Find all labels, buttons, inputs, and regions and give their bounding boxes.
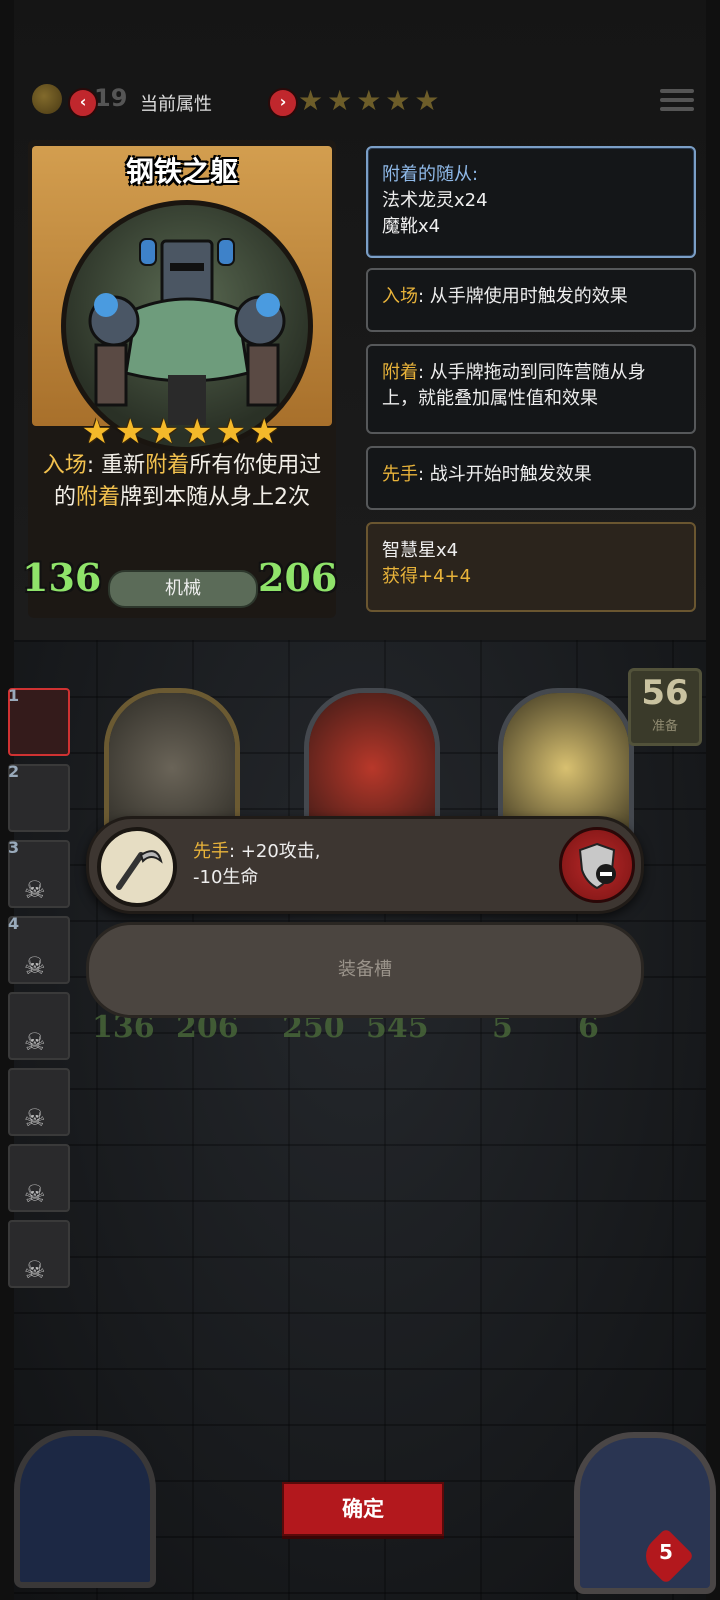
- roster-number: 4: [8, 914, 20, 933]
- keyword-attach: 附着: [145, 453, 190, 478]
- coin-count: 19: [94, 84, 128, 112]
- shield-minus-icon: [578, 842, 616, 890]
- prev-arrow-button[interactable]: ‹: [68, 88, 98, 118]
- equip-keyword: 先手: [193, 841, 229, 862]
- skull-icon: ☠: [24, 1180, 46, 1208]
- keyword-attach: 附着: [76, 485, 121, 510]
- first-strike-desc: : 战斗开始时触发效果: [418, 464, 592, 485]
- equip-line2: -10生命: [193, 867, 259, 888]
- skull-icon: ☠: [24, 952, 46, 980]
- roster-number: 1: [8, 686, 20, 705]
- card-stars: ★★★★★★: [81, 412, 283, 452]
- card-name: 钢铁之躯: [125, 155, 238, 188]
- robot-illustration: [88, 238, 286, 425]
- attach-keyword: 附着: [382, 362, 418, 383]
- life-count: 5: [659, 1540, 673, 1564]
- coin-icon: [32, 84, 62, 114]
- health-stat: 206: [258, 555, 338, 600]
- equip-line1: : +20攻击,: [229, 841, 321, 862]
- card-description: 入场: 重新附着所有你使用过的附着牌到本随从身上2次: [42, 450, 322, 514]
- next-arrow-button[interactable]: ›: [268, 88, 298, 118]
- attack-stat: 136: [22, 555, 102, 600]
- roster-slot[interactable]: ☠: [8, 992, 70, 1060]
- right-wall: [706, 0, 720, 1600]
- roster-slot[interactable]: 3 ☠: [8, 838, 70, 908]
- desc-segment: 牌到本随从身上2次: [120, 485, 311, 510]
- opponent-hero-portrait[interactable]: [574, 1432, 716, 1594]
- first-strike-keyword: 先手: [382, 464, 418, 485]
- minion-card: 钢铁之躯 ★★★★★★ 入场: 重新附着所有你使用过的附着牌到本随从身上2次 1…: [22, 140, 338, 618]
- counter-label: 准备: [651, 719, 678, 734]
- battlecry-panel: 入场: 从手牌使用时触发的效果: [366, 268, 696, 332]
- top-bar: 19 ‹ 当前属性 › ★★★★★: [28, 78, 698, 128]
- equipment-entry: 先手: +20攻击, -10生命: [86, 816, 644, 914]
- roster-slot[interactable]: 2: [8, 762, 70, 832]
- attached-item: 法术龙灵x24: [382, 190, 488, 211]
- sickle-icon: [97, 827, 177, 907]
- equipment-effect: 先手: +20攻击, -10生命: [193, 839, 321, 891]
- tribe-badge: 机械: [108, 570, 258, 608]
- current-attribute-label: 当前属性: [140, 94, 212, 115]
- sickle-glyph: [116, 850, 163, 890]
- roster-number: 2: [8, 762, 20, 781]
- ready-counter: 56 准备: [628, 668, 702, 746]
- confirm-button[interactable]: 确定: [282, 1482, 444, 1536]
- skull-icon: ☠: [24, 1028, 46, 1056]
- first-strike-panel: 先手: 战斗开始时触发效果: [366, 446, 696, 510]
- attached-item: 魔靴x4: [382, 216, 441, 237]
- roster-slot[interactable]: ☠: [8, 1220, 70, 1288]
- battlecry-keyword: 入场: [382, 286, 418, 307]
- attached-title: 附着的随从:: [382, 164, 479, 185]
- roster-slot[interactable]: ☠: [8, 1144, 70, 1212]
- roster-slot[interactable]: ☠: [8, 1068, 70, 1136]
- roster-number: 3: [8, 838, 20, 857]
- skull-icon: ☠: [24, 1256, 46, 1284]
- battlecry-desc: : 从手牌使用时触发的效果: [418, 286, 628, 307]
- attach-desc: : 从手牌拖动到同阵营随从身上，就能叠加属性值和效果: [382, 362, 646, 409]
- remove-equipment-button[interactable]: [559, 827, 635, 903]
- skull-icon: ☠: [24, 1104, 46, 1132]
- attach-panel: 附着: 从手牌拖动到同阵营随从身上，就能叠加属性值和效果: [366, 344, 696, 434]
- bonus-item: 智慧星x4: [382, 540, 459, 561]
- player-hero-portrait[interactable]: [14, 1430, 156, 1588]
- equipment-slot-label: 装备槽: [338, 959, 392, 980]
- equipment-slot-empty[interactable]: 装备槽: [86, 922, 644, 1018]
- bonus-panel: 智慧星x4 获得+4+4: [366, 522, 696, 612]
- bonus-gain: 获得+4+4: [382, 566, 472, 587]
- desc-segment: : 重新: [86, 453, 146, 478]
- roster-slot[interactable]: 4 ☠: [8, 914, 70, 984]
- roster-slot[interactable]: 1: [8, 686, 70, 756]
- skull-icon: ☠: [24, 876, 46, 904]
- keyword-battlecry: 入场: [42, 453, 87, 478]
- star-rating: ★★★★★: [298, 84, 444, 117]
- attached-minions-panel: 附着的随从: 法术龙灵x24 魔靴x4: [366, 146, 696, 258]
- counter-value: 56: [641, 673, 689, 713]
- menu-icon[interactable]: [660, 84, 694, 118]
